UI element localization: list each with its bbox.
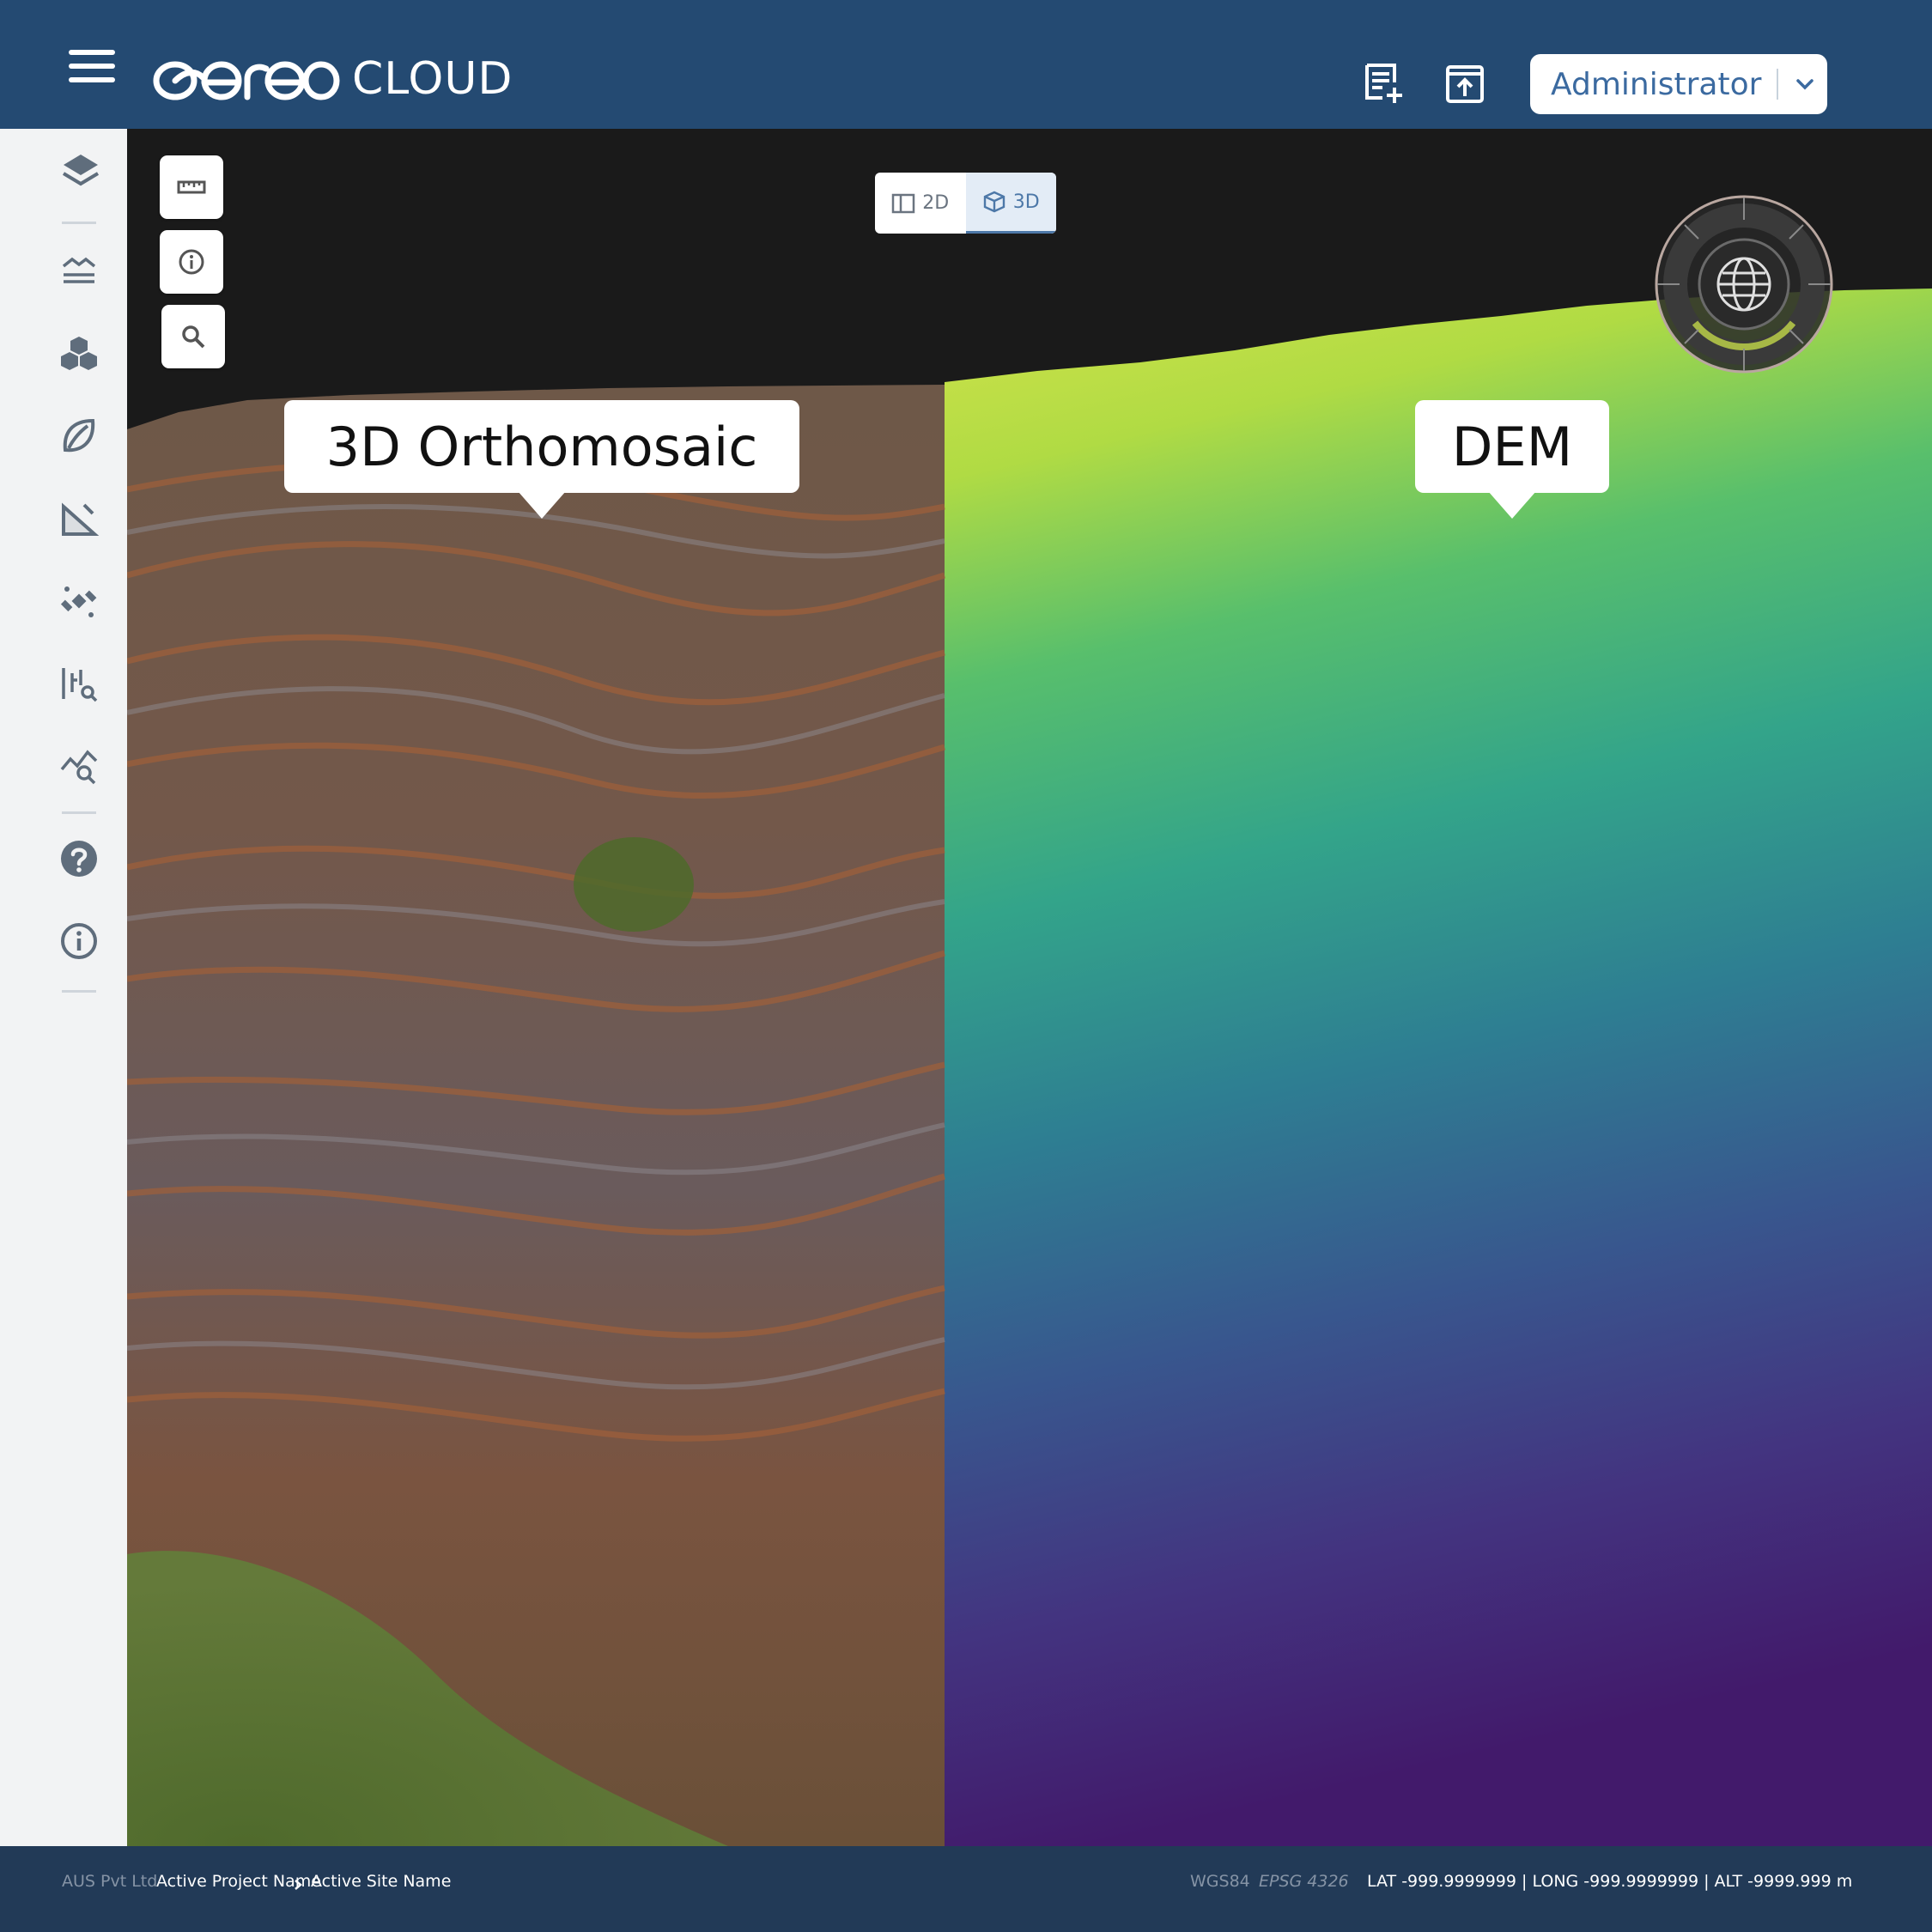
view-2d-button[interactable]: 2D bbox=[875, 173, 966, 234]
info-button[interactable] bbox=[160, 230, 223, 294]
user-role-label: Administrator bbox=[1551, 66, 1762, 102]
user-role-dropdown[interactable]: Administrator bbox=[1530, 54, 1827, 114]
orthomosaic-label: 3D Orthomosaic bbox=[284, 400, 799, 519]
search-button[interactable] bbox=[161, 305, 225, 368]
crs-label: WGS84 bbox=[1190, 1872, 1250, 1891]
sidebar-divider bbox=[62, 990, 96, 993]
coordinate-readout: LAT -999.9999999 | LONG -999.9999999 | A… bbox=[1367, 1872, 1853, 1891]
status-bar: AUS Pvt Ltd Active Project Name Active S… bbox=[0, 1846, 1932, 1932]
breadcrumb-site[interactable]: Active Site Name bbox=[311, 1872, 451, 1891]
search-icon bbox=[182, 325, 205, 349]
app-logo[interactable]: CLOUD bbox=[151, 53, 513, 105]
upload-icon[interactable] bbox=[1443, 60, 1489, 106]
help-icon[interactable] bbox=[58, 838, 100, 879]
navigation-compass[interactable] bbox=[1654, 194, 1834, 374]
company-name: AUS Pvt Ltd bbox=[62, 1872, 158, 1891]
satellite-icon[interactable] bbox=[58, 580, 100, 622]
info-icon[interactable] bbox=[58, 920, 100, 962]
chevron-down-icon bbox=[1796, 79, 1814, 90]
sidebar-divider bbox=[62, 811, 96, 814]
ruler-icon bbox=[177, 180, 206, 194]
view-2d-label: 2D bbox=[922, 192, 950, 214]
add-note-icon[interactable] bbox=[1360, 60, 1406, 106]
split-view-imagery[interactable] bbox=[127, 129, 1932, 1846]
layers-icon[interactable] bbox=[60, 151, 101, 192]
epsg-label: EPSG 4326 bbox=[1259, 1872, 1349, 1891]
sidebar-divider bbox=[62, 222, 96, 224]
view-3d-label: 3D bbox=[1012, 191, 1040, 213]
leaf-icon[interactable] bbox=[58, 416, 100, 457]
logo-suffix: CLOUD bbox=[352, 53, 513, 105]
chevron-right-icon bbox=[295, 1880, 302, 1890]
boxes-icon[interactable] bbox=[58, 333, 100, 374]
view-3d-button[interactable]: 3D bbox=[965, 173, 1056, 234]
contour-icon[interactable] bbox=[58, 251, 100, 292]
aereo-logo-icon bbox=[153, 61, 340, 100]
slope-icon[interactable] bbox=[58, 498, 100, 539]
dropdown-divider bbox=[1777, 69, 1779, 100]
view-mode-toggle: 2D 3D bbox=[875, 173, 1056, 234]
chart-search-icon[interactable] bbox=[58, 745, 100, 787]
map-2d-icon bbox=[892, 193, 915, 213]
menu-icon[interactable] bbox=[69, 50, 115, 84]
map-viewport[interactable]: 3D Orthomosaic DEM bbox=[127, 129, 1932, 1846]
cube-icon bbox=[983, 191, 1005, 213]
info-icon bbox=[179, 249, 204, 275]
top-header: CLOUD Administrator bbox=[0, 0, 1932, 129]
ruler-button[interactable] bbox=[160, 155, 223, 219]
measure-search-icon[interactable] bbox=[58, 663, 100, 704]
dem-label: DEM bbox=[1415, 400, 1609, 519]
left-sidebar bbox=[0, 129, 127, 1846]
